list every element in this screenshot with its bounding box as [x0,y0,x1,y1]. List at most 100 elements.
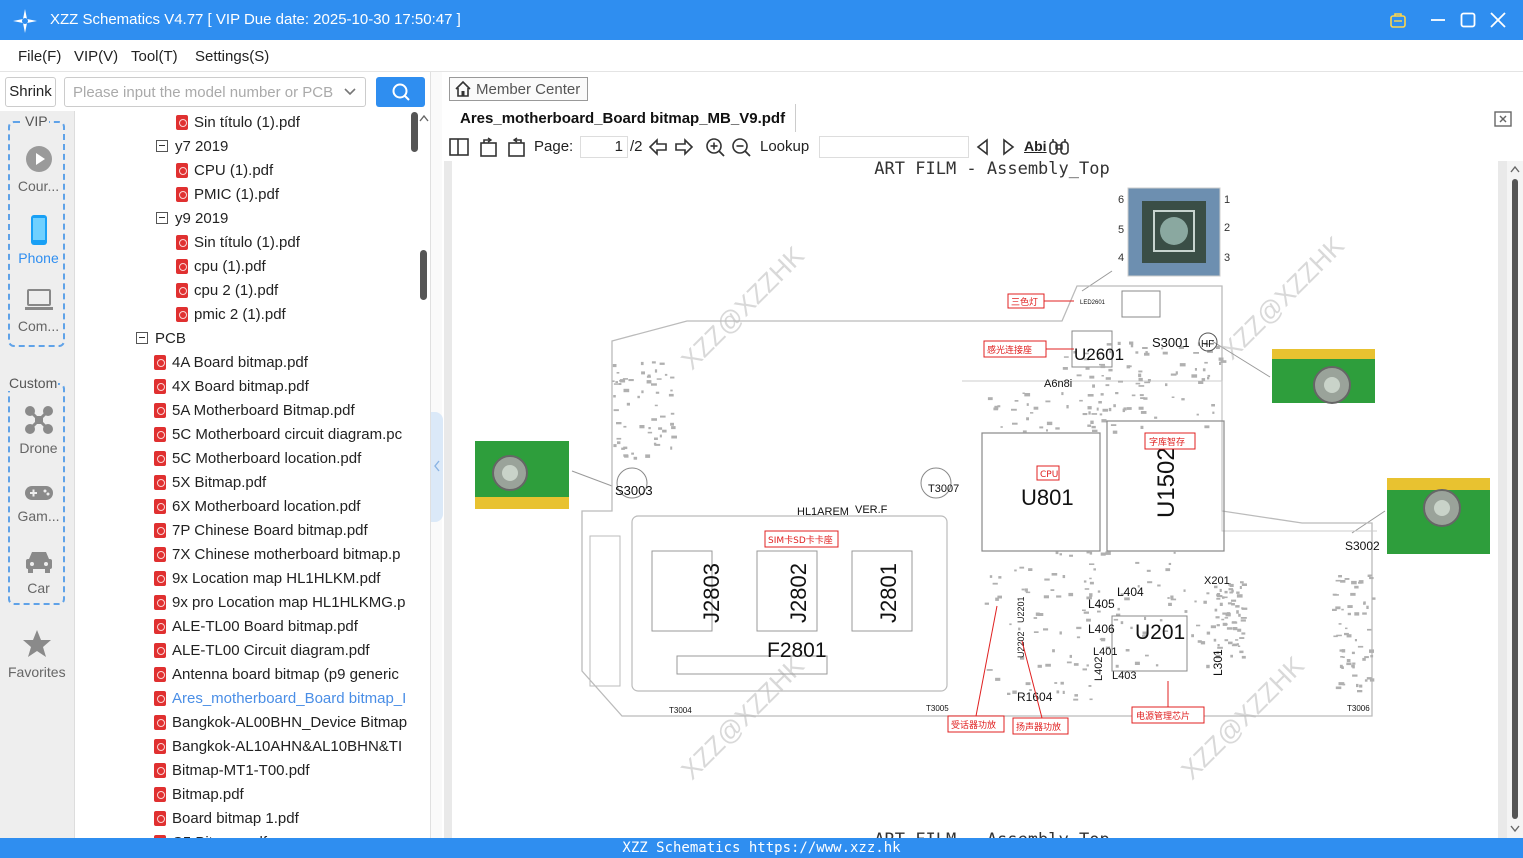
tree-item-label: Board bitmap 1.pdf [172,809,299,827]
zoom-out-icon[interactable] [730,136,752,158]
tree-file[interactable]: 5C Motherboard circuit diagram.pc [154,422,402,446]
tree-folder[interactable]: PCB [136,326,186,350]
tab-document[interactable]: Ares_motherboard_Board bitmap_MB_V9.pdf [450,104,797,132]
member-center-button[interactable]: Member Center [449,77,588,101]
collapse-toggle-icon[interactable] [136,332,148,344]
menu-settings[interactable]: Settings(S) [195,48,269,65]
prev-page-icon[interactable] [647,136,669,158]
tree-file[interactable]: Sin título (1).pdf [176,230,300,254]
tree-file[interactable]: Bitmap-MT1-T00.pdf [154,758,310,782]
vip-bag-icon[interactable] [1386,8,1410,32]
rail-item-drone[interactable]: Drone [10,405,67,456]
minimize-button[interactable] [1426,8,1450,32]
component-pad [1370,655,1374,658]
component-pad [1117,607,1120,611]
viewer-scroll-thumb[interactable] [1512,179,1518,819]
collapse-toggle-icon[interactable] [156,140,168,152]
scroll-up-icon[interactable] [1510,165,1520,173]
tree-file[interactable]: ALE-TL00 Board bitmap.pdf [154,614,358,638]
tree-file[interactable]: Bitmap.pdf [154,782,244,806]
tree-file[interactable]: 4X Board bitmap.pdf [154,374,309,398]
collapse-toggle-icon[interactable] [156,212,168,224]
pdf-file-icon [176,186,188,202]
svg-text:U801: U801 [1021,485,1074,510]
tree-scrollbar[interactable] [411,112,430,838]
rotate-left-icon[interactable] [478,136,500,158]
tree-file[interactable]: 5X Bitmap.pdf [154,470,266,494]
tree-item-label: Bangkok-AL00BHN_Device Bitmap [172,713,408,731]
tree-file[interactable]: Sin título (1).pdf [176,110,300,134]
next-page-icon[interactable] [673,136,695,158]
rail-item-computer[interactable]: Com... [10,287,67,334]
zoom-in-icon[interactable] [704,136,726,158]
component-pad [670,389,673,392]
tree-file[interactable]: CPU (1).pdf [176,158,273,182]
scroll-up-icon[interactable] [419,114,429,122]
close-tab-icon[interactable] [1493,110,1513,128]
tree-file[interactable]: Ares_motherboard_Board bitmap_I [154,686,406,710]
tree-folder[interactable]: y9 2019 [156,206,228,230]
component-pad [1332,593,1337,596]
pdf-file-icon [154,570,166,586]
close-button[interactable] [1486,8,1510,32]
panel-splitter[interactable] [430,72,443,838]
tree-file[interactable]: Bangkok-AL10AHN&AL10BHN&TI [154,734,402,758]
tree-file[interactable]: cpu (1).pdf [176,254,266,278]
menu-file[interactable]: File(F) [18,48,61,65]
tree-file[interactable]: Antenna board bitmap (p9 generic [154,662,399,686]
tree-file[interactable]: 9x pro Location map HL1HLKMG.p [154,590,405,614]
tree-file[interactable]: C5 Bitmap.pdf [154,830,267,838]
component-pad [1155,664,1159,667]
search-combobox[interactable] [64,77,366,107]
tree-file[interactable]: 7X Chinese motherboard bitmap.p [154,542,400,566]
search-input[interactable] [73,82,333,102]
component-pad [1068,592,1074,597]
tree-file[interactable]: 4A Board bitmap.pdf [154,350,308,374]
tree-scroll-thumb-top[interactable] [411,112,418,152]
menu-vip[interactable]: VIP(V) [74,48,118,65]
tree-file[interactable]: 5A Motherboard Bitmap.pdf [154,398,355,422]
search-button[interactable] [376,77,425,107]
component-pad [1170,595,1174,599]
component-pad [1025,682,1031,686]
tree-file[interactable]: pmic 2 (1).pdf [176,302,286,326]
rail-item-car[interactable]: Car [10,549,67,596]
find-binoculars-icon[interactable] [1048,136,1070,158]
tree-file[interactable]: 5C Motherboard location.pdf [154,446,361,470]
lookup-input[interactable] [819,136,969,158]
find-next-icon[interactable] [997,136,1019,158]
rotate-right-icon[interactable] [505,136,527,158]
rail-item-favorites[interactable]: Favorites [8,629,66,680]
shrink-button[interactable]: Shrink [5,77,56,107]
component-pad [1089,577,1092,580]
find-prev-icon[interactable] [972,136,994,158]
collapse-handle[interactable] [431,412,443,522]
tree-folder[interactable]: y7 2019 [156,134,228,158]
scroll-down-icon[interactable] [1510,825,1520,833]
sidebar-toggle-icon[interactable] [448,136,470,158]
tree-file[interactable]: cpu 2 (1).pdf [176,278,278,302]
rail-item-phone[interactable]: Phone [10,215,67,266]
page-number-input[interactable]: 1 [580,136,628,158]
viewer-scrollbar[interactable] [1507,161,1523,838]
maximize-button[interactable] [1456,8,1480,32]
tree-scroll-thumb[interactable] [420,250,427,300]
match-case-toggle[interactable]: Abi [1024,138,1047,154]
pdf-file-icon [154,810,166,826]
menu-tool[interactable]: Tool(T) [131,48,178,65]
tree-file[interactable]: ALE-TL00 Circuit diagram.pdf [154,638,370,662]
tree-file[interactable]: 7P Chinese Board bitmap.pdf [154,518,368,542]
tree-file[interactable]: 9x Location map HL1HLKM.pdf [154,566,380,590]
rail-item-courses[interactable]: Cour... [10,145,67,194]
chevron-down-icon[interactable] [343,84,357,98]
tree-file[interactable]: Bangkok-AL00BHN_Device Bitmap [154,710,407,734]
page-label: Page: [534,138,574,155]
component-pad [1203,600,1207,604]
tree-file[interactable]: PMIC (1).pdf [176,182,279,206]
component-pad [651,383,657,386]
component-pad [671,435,677,439]
tree-file[interactable]: Board bitmap 1.pdf [154,806,299,830]
pdf-viewer[interactable]: ART FILM - Assembly_Top ART FILM - Assem… [444,161,1507,838]
rail-item-game[interactable]: Gam... [10,483,67,524]
tree-file[interactable]: 6X Motherboard location.pdf [154,494,360,518]
